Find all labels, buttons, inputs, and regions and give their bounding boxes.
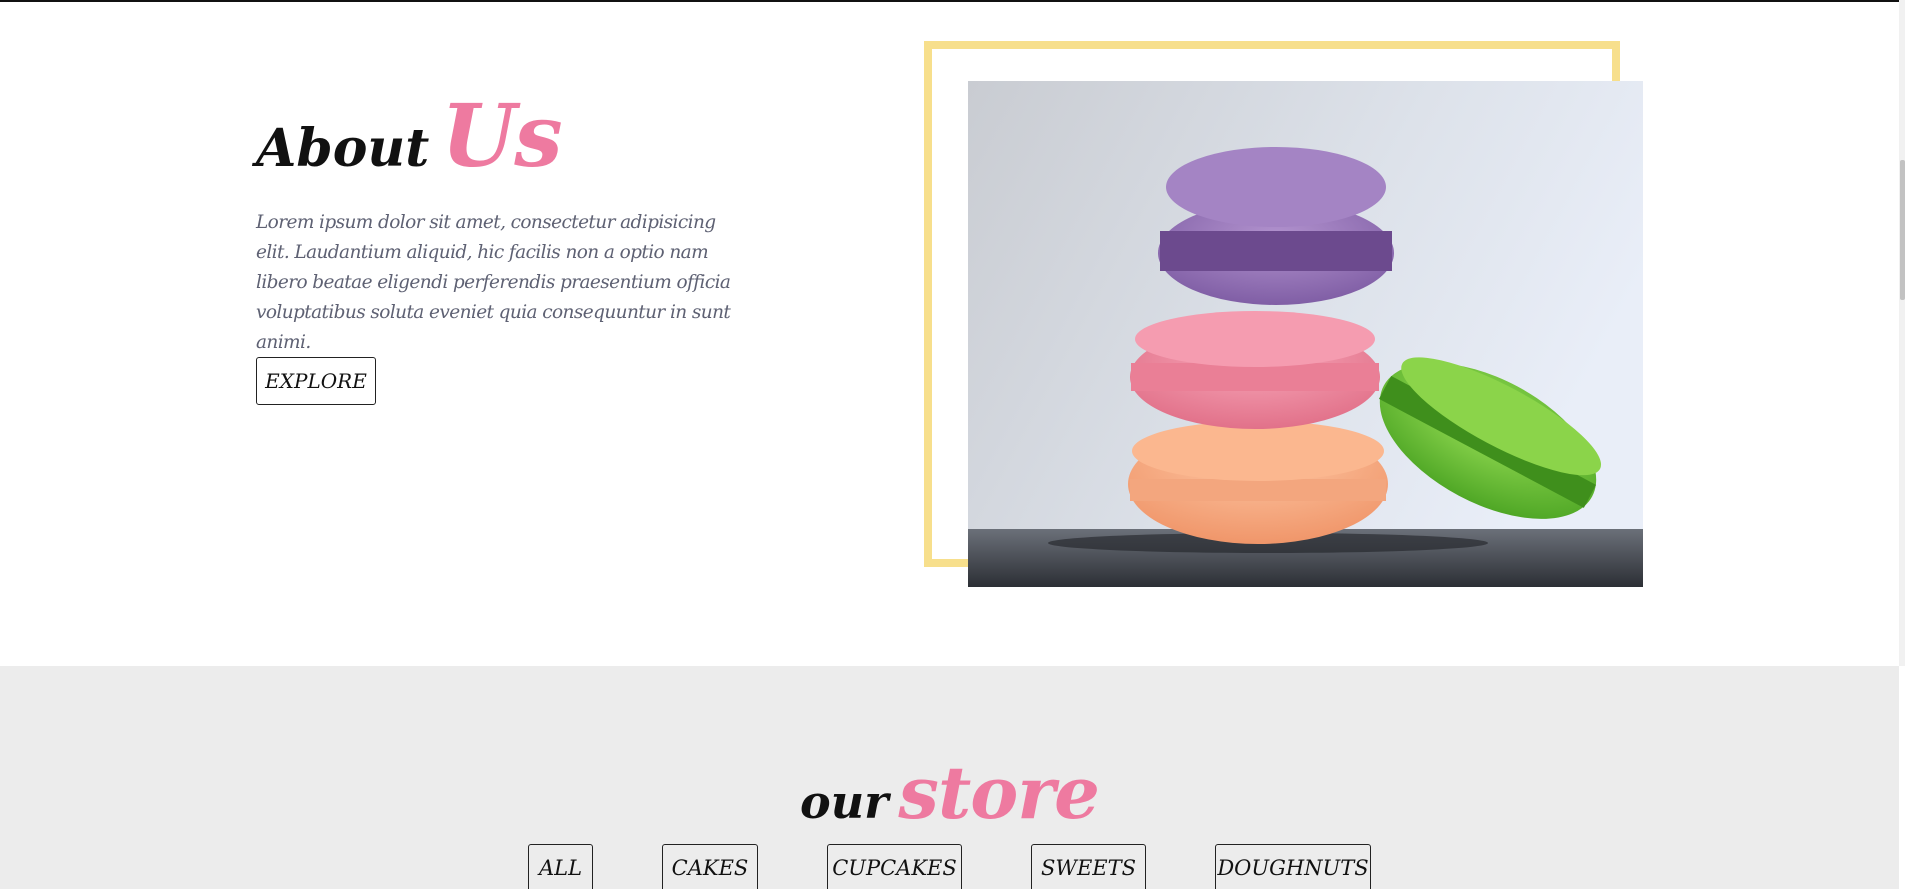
filter-button-sweets[interactable]: SWEETS (1031, 844, 1146, 889)
explore-button[interactable]: EXPLORE (256, 357, 376, 405)
filter-button-all[interactable]: ALL (528, 844, 593, 889)
store-heading-word2: store (898, 750, 1100, 835)
store-section: our store ALL CAKES CUPCAKES SWEETS DOUGH… (0, 666, 1899, 889)
scrollbar-track[interactable] (1899, 0, 1905, 666)
store-heading: our store (0, 750, 1899, 835)
macaron-photo (968, 81, 1643, 587)
scrollbar-thumb[interactable] (1900, 160, 1905, 300)
top-rule (0, 0, 1905, 2)
about-heading-word1: About (256, 118, 430, 179)
filter-button-doughnuts[interactable]: DOUGHNUTS (1215, 844, 1371, 889)
filter-button-cupcakes[interactable]: CUPCAKES (827, 844, 962, 889)
about-heading: About Us (256, 86, 563, 187)
about-paragraph: Lorem ipsum dolor sit amet, consectetur … (256, 212, 731, 353)
filter-button-cakes[interactable]: CAKES (662, 844, 758, 889)
store-heading-word1: our (800, 775, 889, 829)
about-heading-word2: Us (441, 86, 562, 187)
